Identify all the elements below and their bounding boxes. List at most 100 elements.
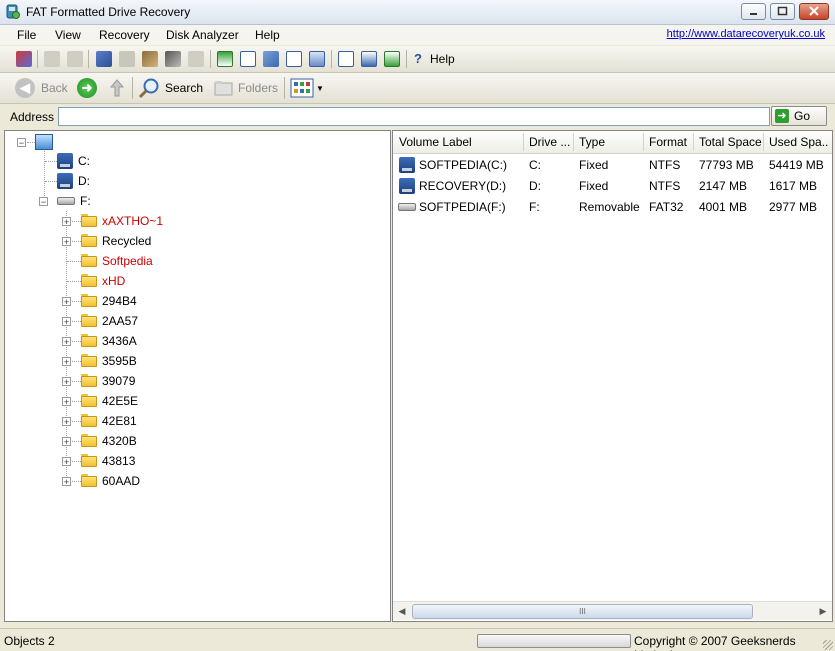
tree-drive-d[interactable]: D:	[57, 172, 90, 190]
export-icon[interactable]	[384, 51, 400, 67]
table-row[interactable]: RECOVERY(D:) D: Fixed NTFS 2147 MB 1617 MB	[393, 176, 832, 196]
go-button[interactable]: ➜ Go	[771, 106, 827, 126]
tree-folder-label: Softpedia	[102, 254, 153, 268]
tree-collapse-root[interactable]: −	[17, 138, 26, 148]
table-row[interactable]: SOFTPEDIA(C:) C: Fixed NTFS 77793 MB 54419 MB	[393, 155, 832, 175]
website-link[interactable]: http://www.datarecoveryuk.co.uk	[667, 28, 825, 40]
column-separator[interactable]	[763, 133, 764, 151]
tree-expand-folder[interactable]: +	[62, 237, 71, 247]
redo-icon[interactable]	[67, 51, 83, 67]
tree-expand-folder[interactable]: +	[62, 337, 71, 347]
drive-list[interactable]: Volume Label Drive ... Type Format Total…	[392, 130, 833, 622]
views-button[interactable]: ▼	[290, 77, 324, 99]
tree-folder-label: Recycled	[102, 234, 152, 248]
column-format[interactable]: Format	[649, 135, 693, 149]
tree-folder-label: 4320B	[102, 434, 137, 448]
folders-button[interactable]: Folders	[214, 77, 278, 99]
tree-folder[interactable]: xHD	[81, 272, 125, 290]
menu-help[interactable]: Help	[255, 28, 280, 42]
column-used-space[interactable]: Used Spa...	[769, 135, 829, 149]
calendar-icon[interactable]	[217, 51, 233, 67]
help-icon[interactable]: ?	[414, 51, 422, 66]
horizontal-scrollbar[interactable]: ◀ III ▶	[393, 601, 832, 620]
column-type[interactable]: Type	[579, 135, 643, 149]
tree-drive-f[interactable]: F:	[57, 192, 91, 210]
cell-type: Fixed	[579, 179, 609, 193]
views-dropdown-icon[interactable]: ▼	[316, 84, 324, 93]
close-button[interactable]	[799, 3, 829, 20]
address-input[interactable]	[58, 107, 770, 126]
copy-icon[interactable]	[119, 51, 135, 67]
menu-file[interactable]: File	[17, 28, 36, 42]
back-button[interactable]: ◀ Back	[15, 77, 68, 99]
table-row[interactable]: SOFTPEDIA(F:) F: Removable FAT32 4001 MB 2977…	[393, 197, 832, 217]
undo-icon[interactable]	[44, 51, 60, 67]
tree-folder[interactable]: 294B4	[81, 292, 137, 310]
tree-folder[interactable]: Recycled	[81, 232, 151, 250]
folder-icon	[81, 414, 97, 428]
scroll-left-icon[interactable]: ◀	[395, 604, 409, 618]
tools-icon[interactable]	[142, 51, 158, 67]
menu-view[interactable]: View	[55, 28, 81, 42]
column-separator[interactable]	[523, 133, 524, 151]
recover-icon[interactable]	[16, 51, 32, 67]
column-separator[interactable]	[573, 133, 574, 151]
tree-expand-folder[interactable]: +	[62, 217, 71, 227]
column-drive[interactable]: Drive ...	[529, 135, 573, 149]
window-title: FAT Formatted Drive Recovery	[26, 5, 191, 19]
tree-expand-folder[interactable]: +	[62, 397, 71, 407]
tree-folder[interactable]: 43813	[81, 452, 135, 470]
tree-folder[interactable]: 4320B	[81, 432, 137, 450]
column-separator[interactable]	[693, 133, 694, 151]
tree-expand-folder[interactable]: +	[62, 357, 71, 367]
column-separator[interactable]	[643, 133, 644, 151]
tree-folder[interactable]: Softpedia	[81, 252, 153, 270]
column-volume-label[interactable]: Volume Label	[399, 135, 523, 149]
tree-folder[interactable]: 39079	[81, 372, 135, 390]
document-icon[interactable]	[286, 51, 302, 67]
table-icon[interactable]	[338, 51, 354, 67]
tree-expand-folder[interactable]: +	[62, 457, 71, 467]
folder-tree[interactable]: − C: D: − F: + xAXTHO~1 + Recycled Softpedia…	[4, 130, 391, 622]
tree-folder[interactable]: 3436A	[81, 332, 137, 350]
window-icon[interactable]	[309, 51, 325, 67]
tree-folder[interactable]: 42E5E	[81, 392, 138, 410]
scroll-right-icon[interactable]: ▶	[816, 604, 830, 618]
cell-format: FAT32	[649, 200, 684, 214]
tree-expand-folder[interactable]: +	[62, 417, 71, 427]
tree-drive-c[interactable]: C:	[57, 152, 90, 170]
forward-button[interactable]: ➜	[77, 77, 103, 99]
tree-root-computer[interactable]	[35, 133, 53, 151]
delete-icon[interactable]	[188, 51, 204, 67]
tree-expand-folder[interactable]: +	[62, 377, 71, 387]
tree-expand-folder[interactable]: +	[62, 437, 71, 447]
up-folder-button[interactable]	[107, 77, 127, 99]
resize-grip-icon[interactable]	[823, 640, 833, 650]
tree-expand-folder[interactable]: +	[62, 317, 71, 327]
cell-drive: F:	[529, 200, 540, 214]
tree-folder[interactable]: 60AAD	[81, 472, 140, 490]
list-view-icon[interactable]	[240, 51, 256, 67]
tree-line	[27, 142, 35, 143]
title-bar: FAT Formatted Drive Recovery	[0, 0, 835, 25]
back-label: Back	[41, 81, 68, 95]
menu-disk-analyzer[interactable]: Disk Analyzer	[166, 28, 239, 42]
search-button[interactable]: Search	[138, 77, 203, 99]
help-button-label[interactable]: Help	[430, 52, 455, 66]
preview-icon[interactable]	[361, 51, 377, 67]
column-total-space[interactable]: Total Space	[699, 135, 763, 149]
drive-icon[interactable]	[96, 51, 112, 67]
tree-folder[interactable]: 42E81	[81, 412, 137, 430]
tree-folder[interactable]: xAXTHO~1	[81, 212, 163, 230]
tree-collapse-drive-f[interactable]: −	[39, 197, 48, 207]
menu-recovery[interactable]: Recovery	[99, 28, 150, 42]
maximize-button[interactable]	[770, 3, 795, 20]
tree-expand-folder[interactable]: +	[62, 477, 71, 487]
tree-folder[interactable]: 2AA57	[81, 312, 138, 330]
tree-folder[interactable]: 3595B	[81, 352, 137, 370]
properties-icon[interactable]	[263, 51, 279, 67]
disk-scan-icon[interactable]	[165, 51, 181, 67]
tree-expand-folder[interactable]: +	[62, 297, 71, 307]
scrollbar-thumb[interactable]: III	[412, 604, 753, 619]
minimize-button[interactable]	[741, 3, 766, 20]
